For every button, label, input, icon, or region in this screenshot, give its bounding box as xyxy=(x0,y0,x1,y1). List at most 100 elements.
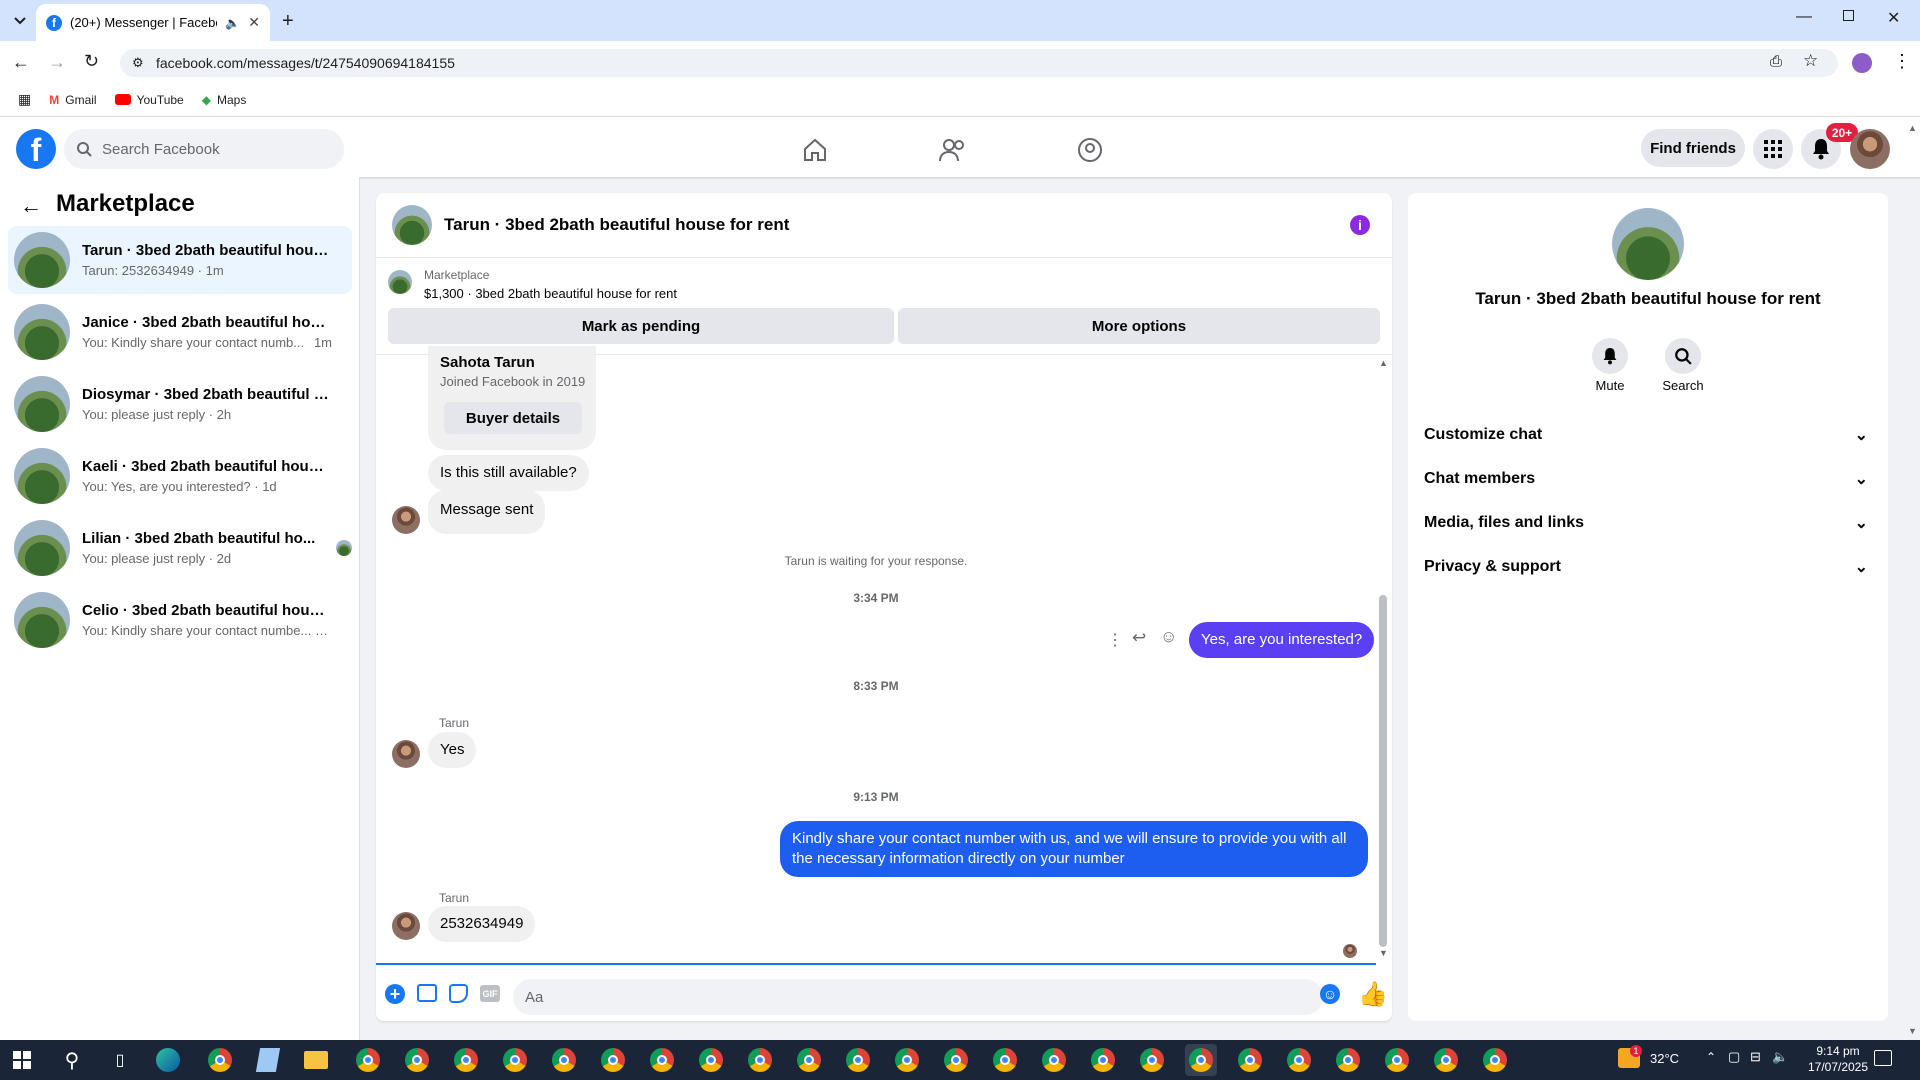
address-bar[interactable]: ⚙ facebook.com/messages/t/24754090694184… xyxy=(120,49,1838,77)
speaker-icon[interactable]: 🔈 xyxy=(225,16,240,30)
close-window-icon[interactable]: ✕ xyxy=(1887,8,1900,28)
conversation-item[interactable]: Kaeli · 3bed 2bath beautiful house... You… xyxy=(8,442,352,510)
chrome-icon[interactable] xyxy=(744,1044,776,1076)
minimize-icon[interactable]: — xyxy=(1796,8,1812,26)
more-options-button[interactable]: More options xyxy=(898,308,1380,344)
listing-summary[interactable]: $1,300 · 3bed 2bath beautiful house for … xyxy=(424,286,677,301)
bookmark-star-icon[interactable]: ☆ xyxy=(1803,51,1818,71)
chrome-icon[interactable] xyxy=(891,1044,923,1076)
chrome-icon[interactable] xyxy=(1332,1044,1364,1076)
conversation-item[interactable]: Janice · 3bed 2bath beautiful hous... You… xyxy=(8,298,352,366)
chrome-icon-active[interactable] xyxy=(1185,1044,1217,1076)
task-view-icon[interactable]: ▯ xyxy=(104,1044,136,1076)
chrome-icon[interactable] xyxy=(695,1044,727,1076)
groups-icon[interactable] xyxy=(1070,130,1110,170)
conversation-item[interactable]: Lilian · 3bed 2bath beautiful ho... You: … xyxy=(8,514,352,582)
chrome-icon[interactable] xyxy=(646,1044,678,1076)
profile-icon[interactable] xyxy=(1852,53,1872,73)
account-avatar[interactable] xyxy=(1850,129,1890,169)
chat-avatar[interactable] xyxy=(392,205,432,245)
windows-start-icon[interactable] xyxy=(6,1044,38,1076)
edge-icon[interactable] xyxy=(152,1044,184,1076)
notification-center-icon[interactable] xyxy=(1874,1050,1892,1066)
browser-menu-icon[interactable]: ⋮ xyxy=(1893,51,1911,72)
chrome-icon[interactable] xyxy=(499,1044,531,1076)
bookmark-gmail[interactable]: M Gmail xyxy=(49,93,96,107)
site-info-icon[interactable]: ⚙ xyxy=(132,55,144,71)
chrome-icon[interactable] xyxy=(1381,1044,1413,1076)
chrome-icon[interactable] xyxy=(842,1044,874,1076)
media-files-section[interactable]: Media, files and links ⌄ xyxy=(1424,503,1876,543)
chrome-icon[interactable] xyxy=(1479,1044,1511,1076)
reply-icon[interactable]: ↩ xyxy=(1132,628,1146,648)
like-thumb-icon[interactable]: 👍 xyxy=(1358,980,1388,1009)
search-in-chat-icon[interactable] xyxy=(1665,338,1701,374)
find-friends-button[interactable]: Find friends xyxy=(1641,129,1745,167)
temperature[interactable]: 32°C xyxy=(1650,1051,1679,1066)
add-icon[interactable]: + xyxy=(385,984,405,1004)
friends-icon[interactable] xyxy=(933,130,973,170)
chat-members-section[interactable]: Chat members ⌄ xyxy=(1424,459,1876,499)
emoji-icon[interactable]: ☺ xyxy=(1320,984,1340,1004)
chrome-icon[interactable] xyxy=(204,1044,236,1076)
chrome-icon[interactable] xyxy=(940,1044,972,1076)
chat-scrollbar-thumb[interactable] xyxy=(1379,595,1387,947)
close-tab-icon[interactable]: ✕ xyxy=(248,14,260,31)
chrome-icon[interactable] xyxy=(793,1044,825,1076)
page-scroll-up-icon[interactable]: ▲ xyxy=(1908,123,1917,133)
chrome-icon[interactable] xyxy=(1430,1044,1462,1076)
chrome-icon[interactable] xyxy=(1283,1044,1315,1076)
chrome-icon[interactable] xyxy=(1038,1044,1070,1076)
chrome-icon[interactable] xyxy=(1234,1044,1266,1076)
search-input[interactable]: Search Facebook xyxy=(64,129,344,169)
mute-bell-icon[interactable] xyxy=(1592,338,1628,374)
chrome-icon[interactable] xyxy=(401,1044,433,1076)
more-actions-icon[interactable]: ⋮ xyxy=(1107,630,1123,650)
privacy-support-section[interactable]: Privacy & support ⌄ xyxy=(1424,547,1876,587)
chrome-icon[interactable] xyxy=(597,1044,629,1076)
taskbar-search-icon[interactable]: ⚲ xyxy=(56,1044,88,1076)
scroll-up-icon[interactable]: ▲ xyxy=(1379,358,1388,368)
clock[interactable]: 9:14 pm 17/07/2025 xyxy=(1798,1043,1878,1075)
browser-tab[interactable]: f (20+) Messenger | Facebook 🔈 ✕ xyxy=(36,4,270,41)
conversation-item[interactable]: Celio · 3bed 2bath beautiful house... You… xyxy=(8,586,352,654)
mark-as-pending-button[interactable]: Mark as pending xyxy=(388,308,894,344)
message-bubble-outgoing[interactable]: Kindly share your contact number with us… xyxy=(780,821,1368,877)
meet-now-icon[interactable]: ▢ xyxy=(1728,1049,1740,1065)
bookmark-youtube[interactable]: YouTube xyxy=(114,93,184,107)
message-bubble[interactable]: 2532634949 xyxy=(428,906,536,942)
customize-chat-section[interactable]: Customize chat ⌄ xyxy=(1424,415,1876,455)
chrome-icon[interactable] xyxy=(989,1044,1021,1076)
gif-icon[interactable]: GIF xyxy=(480,985,500,1002)
photo-icon[interactable] xyxy=(417,984,437,1002)
back-icon[interactable]: ← xyxy=(12,52,30,73)
chrome-icon[interactable] xyxy=(352,1044,384,1076)
message-bubble[interactable]: Yes xyxy=(428,732,477,768)
file-explorer-icon[interactable] xyxy=(300,1044,332,1076)
chat-title[interactable]: Tarun · 3bed 2bath beautiful house for r… xyxy=(444,215,789,235)
chrome-icon[interactable] xyxy=(548,1044,580,1076)
back-arrow-icon[interactable]: ← xyxy=(20,193,42,219)
network-icon[interactable]: ⊟ xyxy=(1750,1049,1761,1065)
show-hidden-icons-icon[interactable]: ⌃ xyxy=(1706,1050,1716,1064)
buyer-details-button[interactable]: Buyer details xyxy=(444,402,582,434)
message-input[interactable]: Aa xyxy=(513,979,1323,1015)
restore-icon[interactable] xyxy=(1843,10,1854,21)
conversation-item[interactable]: Diosymar · 3bed 2bath beautiful h... You:… xyxy=(8,370,352,438)
install-app-icon[interactable]: ⎙ xyxy=(1770,53,1782,70)
chrome-icon[interactable] xyxy=(1087,1044,1119,1076)
apps-grid-icon[interactable]: ▦ xyxy=(18,91,31,108)
conversation-item[interactable]: Tarun · 3bed 2bath beautiful hous... Taru… xyxy=(8,226,352,294)
tab-search-icon[interactable] xyxy=(8,10,32,32)
facebook-logo-icon[interactable]: f xyxy=(16,129,56,169)
notepad-icon[interactable] xyxy=(252,1044,284,1076)
page-scroll-down-icon[interactable]: ▼ xyxy=(1908,1026,1917,1036)
details-avatar[interactable] xyxy=(1612,208,1684,280)
forward-icon[interactable]: → xyxy=(48,52,66,73)
scroll-down-icon[interactable]: ▼ xyxy=(1379,948,1388,958)
message-bubble[interactable]: Is this still available? xyxy=(428,455,589,491)
chrome-icon[interactable] xyxy=(1136,1044,1168,1076)
volume-icon[interactable]: 🔈 xyxy=(1772,1049,1788,1065)
new-tab-icon[interactable]: + xyxy=(282,10,294,33)
menu-grid-icon[interactable] xyxy=(1753,129,1793,169)
